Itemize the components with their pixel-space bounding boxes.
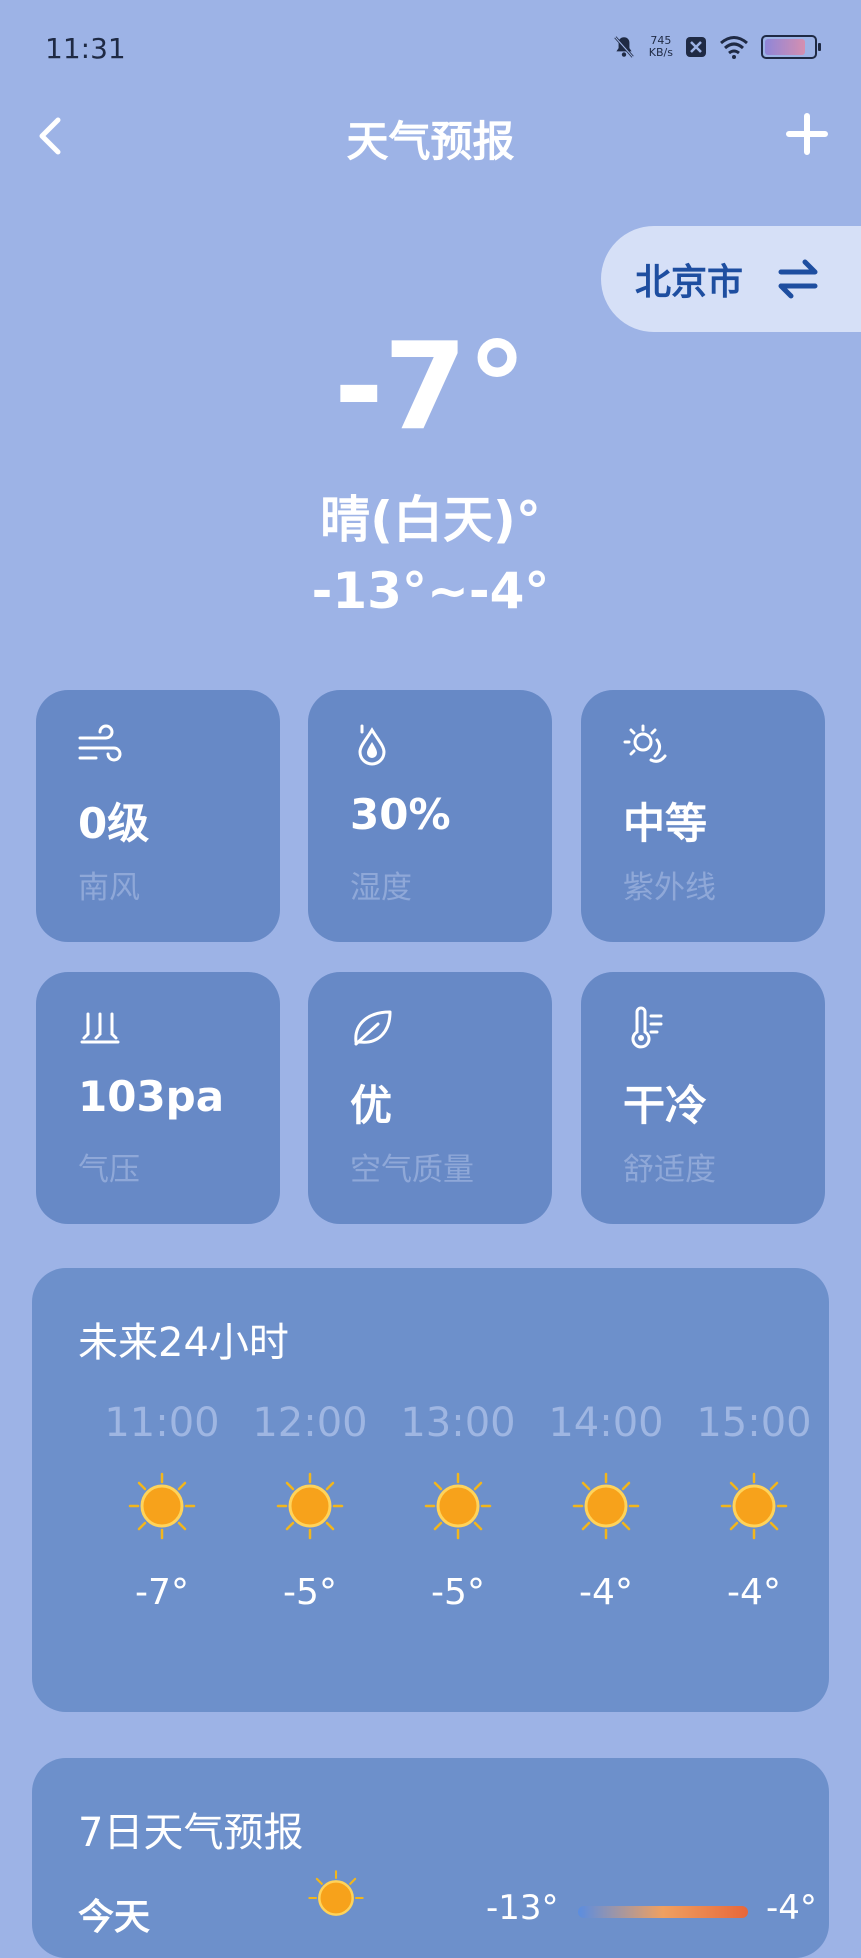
status-time: 11:31 [45,32,126,65]
hour-item: 12:00 -5° [240,1400,380,1613]
wind-label: 南风 [78,870,140,906]
swap-icon [778,259,818,299]
weather-condition: 晴(白天)° [320,491,541,549]
hour-item: 14:00 -4° [536,1400,676,1613]
hour-time: 11:00 [104,1400,220,1446]
humidity-label: 湿度 [350,870,412,906]
weekly-title: 7日天气预报 [78,1810,304,1856]
hour-temp: -7° [135,1572,189,1613]
nav-bar: 天气预报 [0,100,861,180]
sun-icon [424,1472,492,1540]
hour-time: 12:00 [252,1400,368,1446]
page-title: 天气预报 [346,117,515,166]
battery-fill [765,39,806,55]
wifi-icon [720,36,748,59]
temperature-range: -13°~-4° [311,562,550,620]
hourly-title: 未来24小时 [78,1320,289,1366]
bell-muted-icon [614,36,634,58]
uv-value: 中等 [623,799,708,848]
add-icon[interactable] [783,110,831,158]
uv-label: 紫外线 [623,870,716,906]
uv-card: 中等 紫外线 [581,690,825,942]
weekly-forecast-panel: 7日天气预报 今天 -13° -4° [32,1758,829,1958]
sun-icon [276,1472,344,1540]
weekly-day: 今天 [78,1897,151,1938]
comfort-card: 干冷 舒适度 [581,972,825,1224]
hour-temp: -4° [579,1572,633,1613]
hour-item: 15:00 -4° [684,1400,824,1613]
weekly-row[interactable]: 今天 -13° -4° [78,1870,817,1948]
battery-icon [761,35,821,59]
status-bar: 11:31 745 KB/s [0,0,861,100]
comfort-value: 干冷 [623,1081,708,1130]
wind-icon [78,724,122,762]
hour-temp: -5° [431,1572,485,1613]
humidity-value: 30% [350,790,451,839]
city-selector[interactable]: 北京市 [601,226,861,332]
weekly-high: -4° [766,1888,817,1928]
net-speed-unit: KB/s [648,46,673,59]
hour-item: 11:00 -7° [92,1400,232,1613]
sun-icon [128,1472,196,1540]
sun-icon [308,1870,364,1916]
air-quality-card: 优 空气质量 [308,972,552,1224]
pressure-value: 103pa [78,1072,225,1121]
net-speed: 745 KB/s [649,35,673,59]
air-quality-value: 优 [350,1081,393,1130]
uv-sun-icon [623,724,667,763]
sun-icon [572,1472,640,1540]
wind-card: 0级 南风 [36,690,280,942]
temp-range-bar [578,1906,748,1918]
weekly-low: -13° [486,1888,559,1928]
hourly-list[interactable]: 11:00 -7° 12:00 -5° 13:00 -5° 14:00 -4° … [92,1400,829,1700]
pressure-icon [80,1012,120,1044]
hour-time: 13:00 [400,1400,516,1446]
pressure-card: 103pa 气压 [36,972,280,1224]
leaf-icon [354,1010,392,1046]
hourly-forecast-panel: 未来24小时 11:00 -7° 12:00 -5° 13:00 -5° 14:… [32,1268,829,1712]
humidity-drop-icon [358,724,386,766]
status-icons: 745 KB/s [611,34,821,60]
hour-temp: -5° [283,1572,337,1613]
sun-icon [720,1472,788,1540]
hour-time: 14:00 [548,1400,664,1446]
hour-item: 13:00 -5° [388,1400,528,1613]
thermometer-icon [631,1006,663,1049]
hour-time: 15:00 [696,1400,812,1446]
x-notification-icon [686,37,706,57]
pressure-label: 气压 [78,1152,140,1188]
current-temperature: -7° [333,318,528,457]
comfort-label: 舒适度 [623,1152,716,1188]
wind-value: 0级 [78,799,150,848]
city-name: 北京市 [635,262,744,303]
hour-temp: -4° [727,1572,781,1613]
humidity-card: 30% 湿度 [308,690,552,942]
air-quality-label: 空气质量 [350,1152,474,1188]
